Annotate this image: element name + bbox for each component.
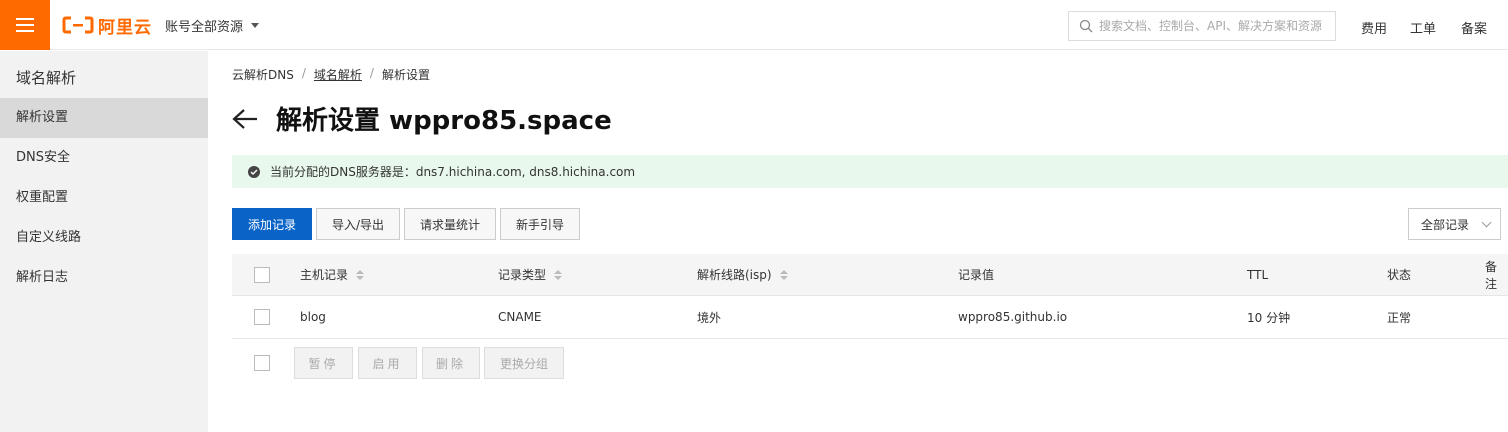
- sidebar-item-custom-line[interactable]: 自定义线路: [0, 218, 208, 258]
- table-row: blog CNAME 境外 wppro85.github.io 10 分钟 正常: [232, 296, 1508, 339]
- batch-select-checkbox[interactable]: [254, 355, 270, 371]
- column-label: 记录类型: [498, 268, 547, 282]
- cell-host: blog: [300, 310, 326, 324]
- page-header: 解析设置 wppro85.space: [232, 100, 612, 137]
- search-input[interactable]: [1099, 19, 1329, 33]
- sidebar-title: 域名解析: [16, 69, 77, 87]
- filter-label: 全部记录: [1421, 217, 1470, 232]
- import-export-button[interactable]: 导入/导出: [316, 208, 400, 240]
- record-filter-dropdown[interactable]: 全部记录: [1408, 208, 1501, 240]
- batch-checkbox-cell: [254, 347, 270, 379]
- chevron-down-icon: [1481, 217, 1492, 227]
- cell-type: CNAME: [498, 310, 542, 324]
- column-label: 主机记录: [300, 268, 349, 282]
- caret-down-icon: [251, 23, 260, 28]
- column-value: 记录值: [958, 268, 995, 282]
- breadcrumb-separator: /: [301, 66, 306, 80]
- arrow-left-icon: [232, 108, 257, 129]
- column-type[interactable]: 记录类型: [498, 254, 563, 295]
- account-label: 账号全部资源: [165, 20, 244, 35]
- batch-actions: 暂停 启用 删除 更换分组: [232, 347, 1508, 379]
- sort-icon[interactable]: [356, 269, 365, 280]
- notice-text: 当前分配的DNS服务器是：dns7.hichina.com, dns8.hich…: [270, 165, 636, 179]
- column-ttl: TTL: [1247, 267, 1269, 282]
- breadcrumb-separator: /: [369, 66, 374, 80]
- beginner-guide-button[interactable]: 新手引导: [500, 208, 580, 240]
- change-group-button[interactable]: 更换分组: [484, 347, 564, 379]
- logo-text: 阿里云: [98, 17, 152, 38]
- add-record-button[interactable]: 添加记录: [232, 208, 312, 240]
- nav-link-icp-filing[interactable]: 备案: [1461, 18, 1487, 37]
- dns-server-notice: 当前分配的DNS服务器是：dns7.hichina.com, dns8.hich…: [232, 155, 1508, 188]
- back-button[interactable]: [232, 104, 262, 134]
- menu-button[interactable]: [0, 0, 50, 50]
- table-header: 主机记录 记录类型 解析线路(isp) 记录值 TTL 状态 备注: [232, 254, 1508, 296]
- aliyun-logo[interactable]: 阿里云: [62, 14, 152, 38]
- breadcrumb-current: 解析设置: [381, 68, 430, 82]
- sidebar-item-dns-logs[interactable]: 解析日志: [0, 258, 208, 298]
- page-title: 解析设置 wppro85.space: [276, 106, 612, 136]
- sidebar-item-dns-settings[interactable]: 解析设置: [0, 98, 208, 138]
- column-line[interactable]: 解析线路(isp): [697, 254, 788, 295]
- sort-icon[interactable]: [779, 269, 788, 280]
- check-circle-icon: [248, 165, 260, 178]
- request-stats-button[interactable]: 请求量统计: [404, 208, 496, 240]
- sidebar-item-weight-config[interactable]: 权重配置: [0, 178, 208, 218]
- sidebar: 域名解析 解析设置 DNS安全 权重配置 自定义线路 解析日志: [0, 51, 208, 432]
- nav-link-billing[interactable]: 费用: [1361, 18, 1387, 37]
- sort-icon[interactable]: [554, 269, 563, 280]
- select-all-checkbox[interactable]: [254, 266, 270, 283]
- column-label: 解析线路(isp): [697, 268, 772, 282]
- select-all-checkbox-cell: [254, 254, 270, 295]
- breadcrumb-parent[interactable]: 域名解析: [314, 66, 362, 83]
- nav-link-tickets[interactable]: 工单: [1410, 18, 1436, 37]
- row-checkbox[interactable]: [254, 309, 270, 325]
- row-checkbox-cell: [254, 296, 270, 338]
- enable-button[interactable]: 启用: [358, 347, 417, 379]
- hamburger-icon: [16, 18, 34, 32]
- breadcrumb: 云解析DNS / 域名解析 / 解析设置: [232, 66, 430, 83]
- sidebar-item-dns-security[interactable]: DNS安全: [0, 138, 208, 178]
- search-icon: [1079, 19, 1093, 33]
- column-status: 状态: [1387, 268, 1412, 282]
- cell-line: 境外: [697, 310, 722, 325]
- top-navbar: 阿里云 账号全部资源 费用 工单 备案: [0, 0, 1508, 50]
- account-resources-dropdown[interactable]: 账号全部资源: [165, 16, 260, 35]
- aliyun-logo-icon: [62, 16, 94, 34]
- breadcrumb-root[interactable]: 云解析DNS: [232, 66, 294, 83]
- delete-button[interactable]: 删除: [422, 347, 480, 379]
- cell-value: wppro85.github.io: [958, 310, 1068, 324]
- search-box[interactable]: [1068, 11, 1336, 41]
- cell-ttl: 10 分钟: [1247, 310, 1291, 325]
- column-host[interactable]: 主机记录: [300, 254, 365, 295]
- pause-button[interactable]: 暂停: [294, 347, 353, 379]
- column-remark: 备注: [1485, 259, 1498, 291]
- cell-status: 正常: [1387, 310, 1412, 325]
